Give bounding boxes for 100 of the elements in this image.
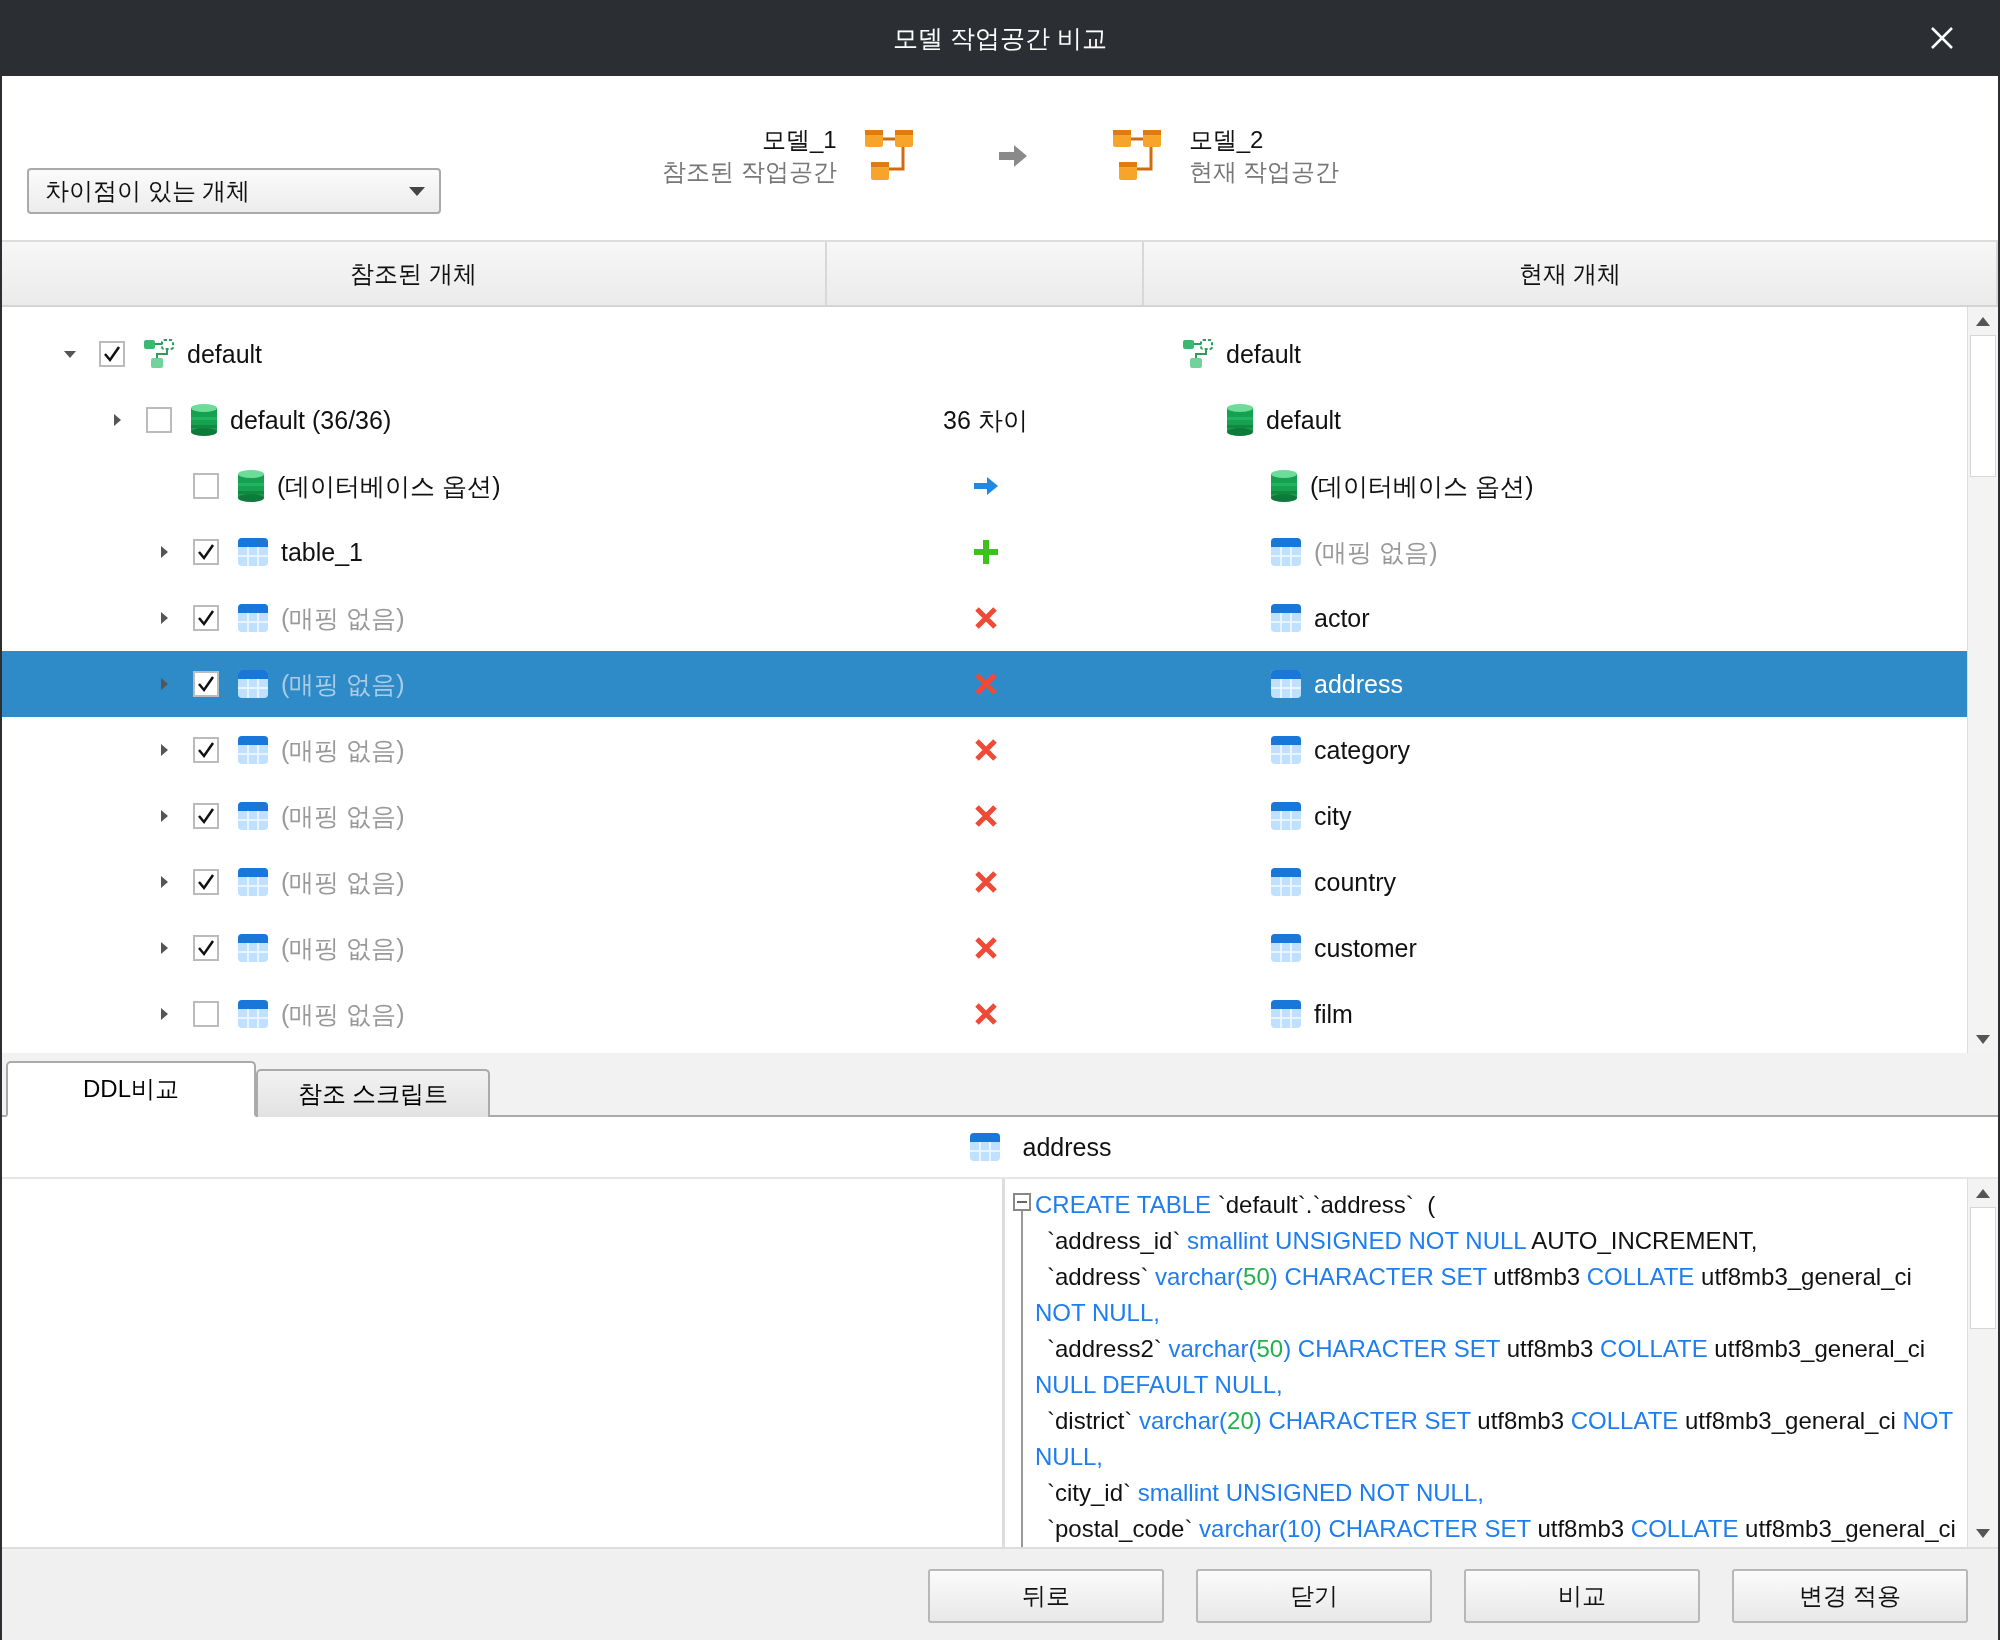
code-line: NULL, (1035, 1442, 1105, 1472)
arrow-right-icon (996, 143, 1029, 169)
dialog-button[interactable]: 닫기 (1196, 1569, 1432, 1623)
checkbox[interactable] (193, 803, 219, 829)
table-icon (237, 801, 269, 831)
checkbox[interactable] (193, 869, 219, 895)
model-name: 모델_1 (761, 125, 837, 155)
object-name: default (1226, 339, 1302, 369)
checkbox[interactable] (193, 1001, 219, 1027)
code-line: NULL DEFAULT NULL, (1035, 1370, 1284, 1400)
object-name: (매핑 없음) (281, 932, 405, 964)
table-icon (1270, 537, 1302, 567)
tree-row[interactable]: (매핑 없음) address (2, 651, 1967, 717)
table-icon (237, 537, 269, 567)
tab[interactable]: DDL비교 (6, 1061, 256, 1117)
tree-row[interactable]: (매핑 없음) actor (2, 585, 1967, 651)
database-icon (1226, 404, 1254, 436)
object-name: (데이터베이스 옵션) (277, 470, 501, 502)
object-name: customer (1314, 933, 1417, 963)
column-header[interactable]: 현재 개체 (1144, 242, 1998, 305)
object-name: table_1 (281, 537, 364, 567)
table-icon (237, 735, 269, 765)
table-icon (1270, 933, 1302, 963)
database-icon (1270, 470, 1298, 502)
code-line: NOT NULL, (1035, 1298, 1161, 1328)
code-line: `address_id` smallint UNSIGNED NOT NULL AUTO_INCREMENT, (1046, 1226, 1759, 1256)
checkbox[interactable] (146, 407, 172, 433)
code-line: `address` varchar(50) CHARACTER SET utf8mb3 COLLATE utf8mb3_general_ci (1046, 1262, 1913, 1292)
table-icon (1270, 735, 1302, 765)
scroll-up-icon[interactable] (1976, 316, 1990, 326)
tree-row[interactable]: (매핑 없음) country (2, 849, 1967, 915)
object-name: address (1314, 669, 1403, 699)
schema-icon (1182, 338, 1214, 370)
object-name: category (1314, 735, 1410, 765)
model-name: 모델_2 (1188, 125, 1265, 155)
table-icon (237, 603, 269, 633)
model-subtitle: 현재 작업공간 (1188, 157, 1340, 187)
table-icon (237, 933, 269, 963)
checkbox[interactable] (193, 935, 219, 961)
checkbox[interactable] (99, 341, 125, 367)
code-line: `district` varchar(20) CHARACTER SET utf8mb3 COLLATE utf8mb3_general_ci NOT (1046, 1406, 1955, 1436)
object-name: (매핑 없음) (281, 866, 405, 898)
dropdown-caret-icon (409, 186, 425, 196)
table-icon (1270, 867, 1302, 897)
dialog-button[interactable]: 뒤로 (928, 1569, 1164, 1623)
object-name: default (187, 339, 263, 369)
schema-icon (143, 338, 175, 370)
object-name: default (1266, 405, 1342, 435)
checkbox[interactable] (193, 737, 219, 763)
object-name: (매핑 없음) (1314, 536, 1438, 568)
tree-row[interactable]: default default (2, 321, 1967, 387)
tree-row[interactable]: default (36/36) 36 차이 default (2, 387, 1967, 453)
checkbox[interactable] (193, 605, 219, 631)
filter-dropdown[interactable]: 차이점이 있는 개체 (27, 168, 441, 214)
scroll-down-icon[interactable] (1976, 1034, 1990, 1044)
table-icon (968, 1132, 1001, 1162)
code-line: `address2` varchar(50) CHARACTER SET utf8mb3 COLLATE utf8mb3_general_ci (1046, 1334, 1927, 1364)
database-icon (190, 404, 218, 436)
window-title: 모델 작업공간 비교 (893, 22, 1107, 54)
object-name: (매핑 없음) (281, 800, 405, 832)
object-name: actor (1314, 603, 1370, 633)
object-name: (매핑 없음) (281, 668, 405, 700)
dialog-button[interactable]: 변경 적용 (1732, 1569, 1968, 1623)
tree-row[interactable]: (데이터베이스 옵션) (데이터베이스 옵션) (2, 453, 1967, 519)
object-name: (매핑 없음) (281, 998, 405, 1030)
object-name: (데이터베이스 옵션) (1310, 470, 1534, 502)
checkbox[interactable] (193, 671, 219, 697)
object-name: city (1314, 801, 1352, 831)
scrollbar-thumb[interactable] (1970, 335, 1996, 477)
tree-row[interactable]: (매핑 없음) city (2, 783, 1967, 849)
tree-row[interactable]: (매핑 없음) category (2, 717, 1967, 783)
scroll-up-icon[interactable] (1976, 1188, 1990, 1198)
database-icon (237, 470, 265, 502)
object-title: address (1022, 1132, 1112, 1162)
table-icon (1270, 603, 1302, 633)
object-name: (매핑 없음) (281, 734, 405, 766)
scrollbar[interactable] (1967, 307, 1998, 1053)
tree-row[interactable]: table_1 (매핑 없음) (2, 519, 1967, 585)
tree-row[interactable]: (매핑 없음) customer (2, 915, 1967, 981)
column-header[interactable]: 참조된 개체 (2, 242, 827, 305)
tree-row[interactable]: (매핑 없음) film (2, 981, 1967, 1047)
table-icon (237, 669, 269, 699)
code-line: `postal_code` varchar(10) CHARACTER SET utf8mb3 COLLATE utf8mb3_general_ci (1046, 1514, 1957, 1544)
table-icon (237, 867, 269, 897)
dialog-button[interactable]: 비교 (1464, 1569, 1700, 1623)
tab[interactable]: 참조 스크립트 (256, 1069, 490, 1117)
object-name: default (36/36) (230, 405, 392, 435)
scrollbar[interactable] (1967, 1179, 1998, 1547)
object-name: film (1314, 999, 1353, 1029)
model-subtitle: 참조된 작업공간 (662, 157, 837, 187)
collapse-icon[interactable] (1013, 1193, 1031, 1211)
scrollbar-thumb[interactable] (1970, 1207, 1996, 1329)
table-icon (237, 999, 269, 1029)
object-name: (매핑 없음) (281, 602, 405, 634)
checkbox[interactable] (193, 539, 219, 565)
scroll-down-icon[interactable] (1976, 1528, 1990, 1538)
object-name: country (1314, 867, 1396, 897)
table-icon (1270, 669, 1302, 699)
table-icon (1270, 999, 1302, 1029)
checkbox[interactable] (193, 473, 219, 499)
